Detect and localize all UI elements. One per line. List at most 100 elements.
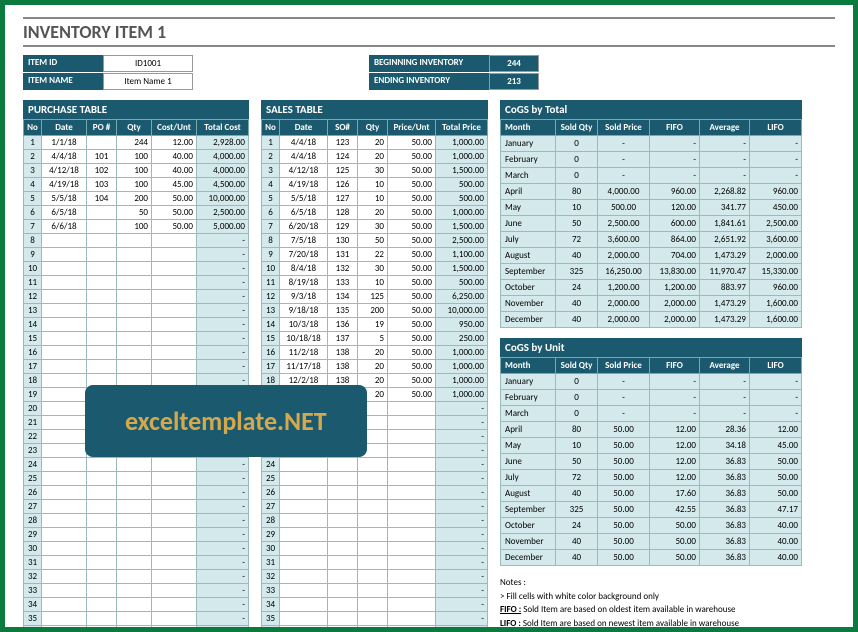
cell[interactable] (117, 346, 152, 360)
cell[interactable] (117, 584, 152, 598)
cell[interactable]: 4/12/18 (280, 164, 328, 178)
cell[interactable]: 50.00 (388, 220, 436, 234)
cell[interactable]: 50.00 (388, 164, 436, 178)
cell[interactable]: 1/1/18 (42, 136, 87, 150)
cell[interactable] (280, 612, 328, 626)
cell[interactable] (358, 626, 388, 632)
cell[interactable]: 6/6/18 (42, 220, 87, 234)
cell[interactable] (280, 458, 328, 472)
cell[interactable]: 10 (358, 192, 388, 206)
cell[interactable]: 7/20/18 (280, 248, 328, 262)
cell[interactable] (87, 528, 117, 542)
cell[interactable] (152, 500, 197, 514)
cell[interactable]: 50.00 (388, 346, 436, 360)
cell[interactable]: 9/18/18 (280, 304, 328, 318)
cell[interactable] (42, 500, 87, 514)
cell[interactable]: 30 (358, 164, 388, 178)
cell[interactable] (152, 556, 197, 570)
cell[interactable] (87, 612, 117, 626)
cell[interactable] (358, 542, 388, 556)
cell[interactable] (280, 514, 328, 528)
cell[interactable]: 20 (358, 346, 388, 360)
cell[interactable]: 19 (358, 318, 388, 332)
cell[interactable] (328, 598, 358, 612)
cell[interactable]: 138 (328, 360, 358, 374)
cell[interactable] (358, 458, 388, 472)
cell[interactable] (87, 472, 117, 486)
cell[interactable] (152, 486, 197, 500)
cell[interactable]: 50.00 (388, 304, 436, 318)
cell[interactable] (117, 514, 152, 528)
cell[interactable] (117, 500, 152, 514)
cell[interactable] (87, 290, 117, 304)
cell[interactable] (280, 598, 328, 612)
cell[interactable]: 50.00 (388, 136, 436, 150)
cell[interactable] (388, 430, 436, 444)
cell[interactable] (152, 276, 197, 290)
cell[interactable]: 129 (328, 220, 358, 234)
cell[interactable] (87, 234, 117, 248)
cell[interactable]: 50.00 (388, 360, 436, 374)
cell[interactable]: 10 (358, 178, 388, 192)
cell[interactable] (87, 248, 117, 262)
cell[interactable]: 20 (358, 360, 388, 374)
cell[interactable]: 50.00 (388, 262, 436, 276)
cell[interactable] (152, 458, 197, 472)
cell[interactable] (358, 500, 388, 514)
cell[interactable] (152, 570, 197, 584)
cell[interactable]: 128 (328, 206, 358, 220)
cell[interactable]: 102 (87, 164, 117, 178)
cell[interactable] (152, 262, 197, 276)
cell[interactable]: 50.00 (388, 318, 436, 332)
cell[interactable] (328, 486, 358, 500)
cell[interactable]: 6/5/18 (42, 206, 87, 220)
cell[interactable] (87, 570, 117, 584)
cell[interactable]: 4/4/18 (280, 136, 328, 150)
cell[interactable]: 132 (328, 262, 358, 276)
cell[interactable] (152, 304, 197, 318)
cell[interactable] (117, 598, 152, 612)
cell[interactable]: 50.00 (388, 290, 436, 304)
cell[interactable]: 126 (328, 178, 358, 192)
cell[interactable]: 50.00 (388, 374, 436, 388)
cell[interactable]: 50.00 (388, 192, 436, 206)
cell[interactable] (280, 626, 328, 632)
cell[interactable]: 11/17/18 (280, 360, 328, 374)
cell[interactable]: 50 (358, 234, 388, 248)
cell[interactable] (42, 318, 87, 332)
cell[interactable] (358, 514, 388, 528)
cell[interactable]: 131 (328, 248, 358, 262)
cell[interactable] (42, 626, 87, 632)
cell[interactable]: 100 (117, 164, 152, 178)
cell[interactable]: 50.00 (152, 206, 197, 220)
cell[interactable] (42, 304, 87, 318)
cell[interactable] (280, 556, 328, 570)
cell[interactable]: 5/5/18 (280, 192, 328, 206)
cell[interactable] (87, 584, 117, 598)
cell[interactable]: 50.00 (152, 220, 197, 234)
cell[interactable] (152, 528, 197, 542)
cell[interactable] (87, 318, 117, 332)
cell[interactable] (117, 234, 152, 248)
cell[interactable]: 125 (358, 290, 388, 304)
cell[interactable]: 244 (117, 136, 152, 150)
cell[interactable] (280, 528, 328, 542)
cell[interactable] (117, 542, 152, 556)
cell[interactable] (328, 458, 358, 472)
cell[interactable] (280, 472, 328, 486)
cell[interactable]: 45.00 (152, 178, 197, 192)
cell[interactable] (280, 542, 328, 556)
cell[interactable] (388, 626, 436, 632)
cell[interactable]: 5/5/18 (42, 192, 87, 206)
cell[interactable]: 200 (117, 192, 152, 206)
cell[interactable] (328, 612, 358, 626)
cell[interactable]: 124 (328, 150, 358, 164)
cell[interactable] (42, 248, 87, 262)
cell[interactable] (388, 416, 436, 430)
cell[interactable] (388, 472, 436, 486)
cell[interactable] (152, 360, 197, 374)
cell[interactable]: 133 (328, 276, 358, 290)
cell[interactable] (42, 458, 87, 472)
cell[interactable]: 4/19/18 (42, 178, 87, 192)
cell[interactable] (87, 206, 117, 220)
